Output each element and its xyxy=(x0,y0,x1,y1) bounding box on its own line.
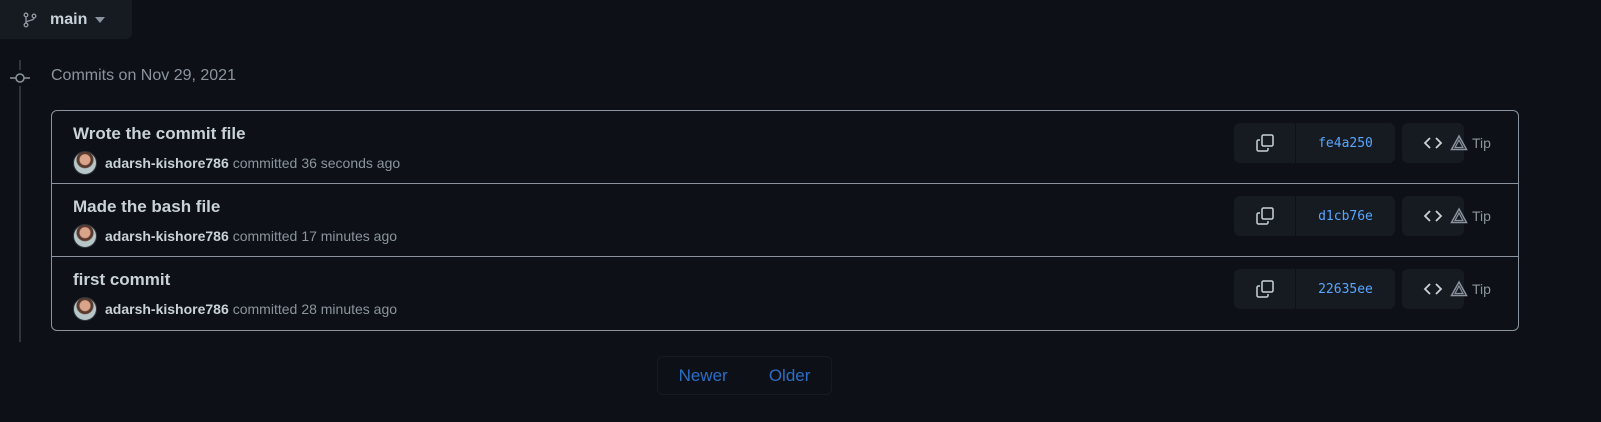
commit-title-link[interactable]: Wrote the commit file xyxy=(73,124,246,144)
tip-text: Tip xyxy=(1472,281,1491,297)
commit-sha-link[interactable]: d1cb76e xyxy=(1296,196,1395,236)
avatar[interactable] xyxy=(73,151,97,175)
tip-label: Tip xyxy=(1450,269,1518,309)
commit-group-heading: Commits on Nov 29, 2021 xyxy=(51,67,236,84)
code-icon xyxy=(1423,283,1443,295)
commit-action: committed xyxy=(232,155,298,171)
sha-button-group: 22635ee xyxy=(1234,269,1395,309)
commit-time: 28 minutes ago xyxy=(301,301,398,317)
commit-list: Wrote the commit file adarsh-kishore786 … xyxy=(51,110,1519,331)
copy-icon xyxy=(1255,280,1274,298)
commit-sha-link[interactable]: 22635ee xyxy=(1296,269,1395,309)
commit-row: first commit adarsh-kishore786 committed… xyxy=(52,257,1518,330)
copy-icon xyxy=(1255,207,1274,225)
sha-button-group: d1cb76e xyxy=(1234,196,1395,236)
alert-triangle-icon xyxy=(1450,280,1468,297)
commit-row: Wrote the commit file adarsh-kishore786 … xyxy=(52,111,1518,184)
avatar[interactable] xyxy=(73,297,97,321)
avatar[interactable] xyxy=(73,224,97,248)
tip-text: Tip xyxy=(1472,135,1491,151)
commit-action: committed xyxy=(232,301,298,317)
commit-author-link[interactable]: adarsh-kishore786 xyxy=(105,301,229,317)
commit-row: Made the bash file adarsh-kishore786 com… xyxy=(52,184,1518,257)
tip-label: Tip xyxy=(1450,123,1518,163)
copy-icon xyxy=(1255,134,1274,152)
commit-action: committed xyxy=(232,228,298,244)
copy-sha-button[interactable] xyxy=(1234,269,1296,309)
git-commit-icon xyxy=(10,70,30,86)
copy-sha-button[interactable] xyxy=(1234,123,1296,163)
pagination: Newer Older xyxy=(657,356,832,395)
newer-button[interactable]: Newer xyxy=(679,366,728,386)
commit-sha-link[interactable]: fe4a250 xyxy=(1296,123,1395,163)
chevron-down-icon xyxy=(95,16,106,23)
commit-time: 36 seconds ago xyxy=(301,155,401,171)
commit-time: 17 minutes ago xyxy=(301,228,398,244)
code-icon xyxy=(1423,210,1443,222)
branch-name: main xyxy=(50,10,88,28)
sha-button-group: fe4a250 xyxy=(1234,123,1395,163)
alert-triangle-icon xyxy=(1450,207,1468,224)
alert-triangle-icon xyxy=(1450,134,1468,151)
commit-title-link[interactable]: Made the bash file xyxy=(73,197,220,217)
copy-sha-button[interactable] xyxy=(1234,196,1296,236)
git-branch-icon xyxy=(23,12,37,27)
commit-meta: adarsh-kishore786 committed 36 seconds a… xyxy=(73,151,400,175)
commit-title-link[interactable]: first commit xyxy=(73,270,170,290)
commit-meta: adarsh-kishore786 committed 28 minutes a… xyxy=(73,297,397,321)
older-button[interactable]: Older xyxy=(769,366,811,386)
commit-author-link[interactable]: adarsh-kishore786 xyxy=(105,155,229,171)
timeline-line xyxy=(19,60,21,342)
branch-select-button[interactable]: main xyxy=(0,0,132,39)
commit-meta: adarsh-kishore786 committed 17 minutes a… xyxy=(73,224,397,248)
code-icon xyxy=(1423,137,1443,149)
tip-label: Tip xyxy=(1450,196,1518,236)
tip-text: Tip xyxy=(1472,208,1491,224)
commit-author-link[interactable]: adarsh-kishore786 xyxy=(105,228,229,244)
